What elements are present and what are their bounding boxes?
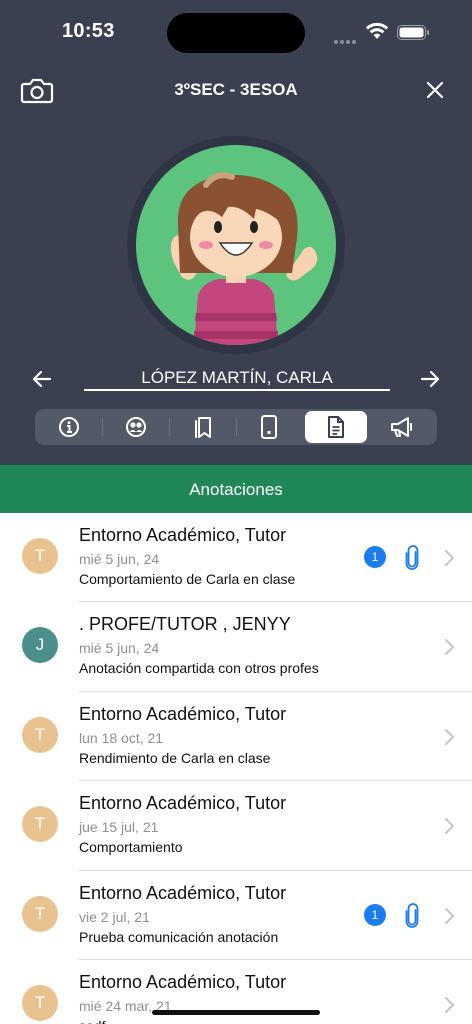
- annotation-date: mié 5 jun, 24: [79, 551, 160, 567]
- annotation-date: vie 2 jul, 21: [79, 908, 150, 925]
- annotation-date: jue 15 jul, 21: [79, 819, 159, 836]
- chevron-right-icon: [445, 996, 454, 1013]
- section-header: Anotaciones: [0, 465, 472, 513]
- author-avatar: T: [22, 806, 58, 843]
- author-name: Entorno Académico, Tutor: [79, 882, 287, 903]
- top-bar: 3ºSEC - 3ESOA: [0, 70, 472, 110]
- home-indicator: [152, 1010, 320, 1015]
- annotation-row[interactable]: T Entorno Académico, Tutor vie 2 jul, 21 Pr…: [0, 870, 472, 960]
- annotation-subject: Anotación compartida con otros profes: [79, 660, 319, 677]
- girl-cartoon-image: [170, 172, 318, 345]
- annotation-row[interactable]: T Entorno Académico, Tutor lun 18 oct, 21 R…: [0, 691, 472, 782]
- annotation-date: mié 5 jun, 24: [79, 640, 160, 657]
- phone-icon: [261, 415, 277, 439]
- faces-icon: [126, 417, 146, 437]
- student-navigator: LÓPEZ MARTÍN, CARLA: [0, 362, 472, 396]
- author-name: Entorno Académico, Tutor: [79, 793, 287, 814]
- author-name: Entorno Académico, Tutor: [79, 703, 287, 724]
- tab-phone[interactable]: [238, 411, 300, 443]
- header: 10:53 3ºSEC - 3ESOA LÓPEZ MARTÍN, CARLA: [0, 0, 472, 465]
- author-avatar: J: [22, 627, 58, 664]
- paperclip-icon[interactable]: [403, 902, 421, 929]
- author-name: Entorno Académico, Tutor: [79, 971, 287, 992]
- annotation-subject: Comportamiento de Carla en clase: [79, 571, 296, 587]
- tab-bookmarks[interactable]: [172, 411, 234, 443]
- wifi-icon: [365, 22, 389, 39]
- author-avatar: T: [22, 984, 58, 1021]
- tab-faces[interactable]: [105, 411, 167, 443]
- annotation-row[interactable]: T Entorno Académico, Tutor mié 5 jun, 24 Co…: [0, 513, 472, 603]
- section-title: Anotaciones: [189, 480, 283, 499]
- annotation-subject: Rendimiento de Carla en clase: [79, 749, 271, 766]
- annotation-subject: sadf: [79, 1018, 105, 1024]
- attachment-count-badge: 1: [364, 546, 386, 568]
- previous-student-arrow-icon[interactable]: [30, 367, 54, 391]
- info-icon: [59, 417, 79, 437]
- chevron-right-icon: [445, 818, 454, 835]
- segmented-tabs: [35, 409, 437, 445]
- annotation-subject: Comportamiento: [79, 839, 183, 856]
- name-underline: [84, 389, 390, 391]
- annotation-list: T Entorno Académico, Tutor mié 5 jun, 24 Co…: [0, 513, 472, 1024]
- status-bar: 10:53: [0, 0, 472, 60]
- document-icon: [328, 416, 344, 438]
- close-icon[interactable]: [422, 77, 448, 103]
- tab-document[interactable]: [305, 411, 367, 443]
- author-name: Entorno Académico, Tutor: [79, 525, 287, 545]
- annotation-row[interactable]: J . PROFE/TUTOR , JENYY mié 5 jun, 24 Anota…: [0, 602, 472, 692]
- bookmarks-icon: [195, 417, 211, 438]
- tab-messages[interactable]: [371, 411, 433, 443]
- dynamic-island: [167, 13, 305, 53]
- paperclip-icon[interactable]: [403, 545, 421, 571]
- author-avatar: T: [22, 895, 58, 932]
- author-avatar: T: [22, 716, 58, 753]
- author-avatar: T: [22, 538, 58, 574]
- chevron-right-icon: [445, 907, 454, 924]
- annotation-date: lun 18 oct, 21: [79, 729, 164, 746]
- annotation-row[interactable]: T Entorno Académico, Tutor jue 15 jul, 21 C…: [0, 781, 472, 871]
- status-time: 10:53: [62, 20, 115, 42]
- tab-separator: [236, 418, 237, 436]
- author-name: . PROFE/TUTOR , JENYY: [79, 614, 291, 635]
- student-name: LÓPEZ MARTÍN, CARLA: [141, 368, 333, 387]
- chevron-right-icon: [445, 639, 454, 656]
- tab-separator: [102, 418, 103, 436]
- signal-icon: [334, 31, 360, 44]
- student-avatar[interactable]: [136, 145, 336, 345]
- annotation-subject: Prueba comunicación anotación: [79, 928, 279, 945]
- chevron-right-icon: [445, 728, 454, 745]
- attachment-count-badge: 1: [364, 903, 386, 926]
- page-title: 3ºSEC - 3ESOA: [174, 80, 298, 99]
- chevron-right-icon: [445, 550, 454, 566]
- next-student-arrow-icon[interactable]: [418, 367, 442, 391]
- battery-icon: [397, 25, 429, 40]
- tab-separator: [169, 418, 170, 436]
- tab-info[interactable]: [38, 411, 100, 443]
- megaphone-icon: [391, 417, 412, 437]
